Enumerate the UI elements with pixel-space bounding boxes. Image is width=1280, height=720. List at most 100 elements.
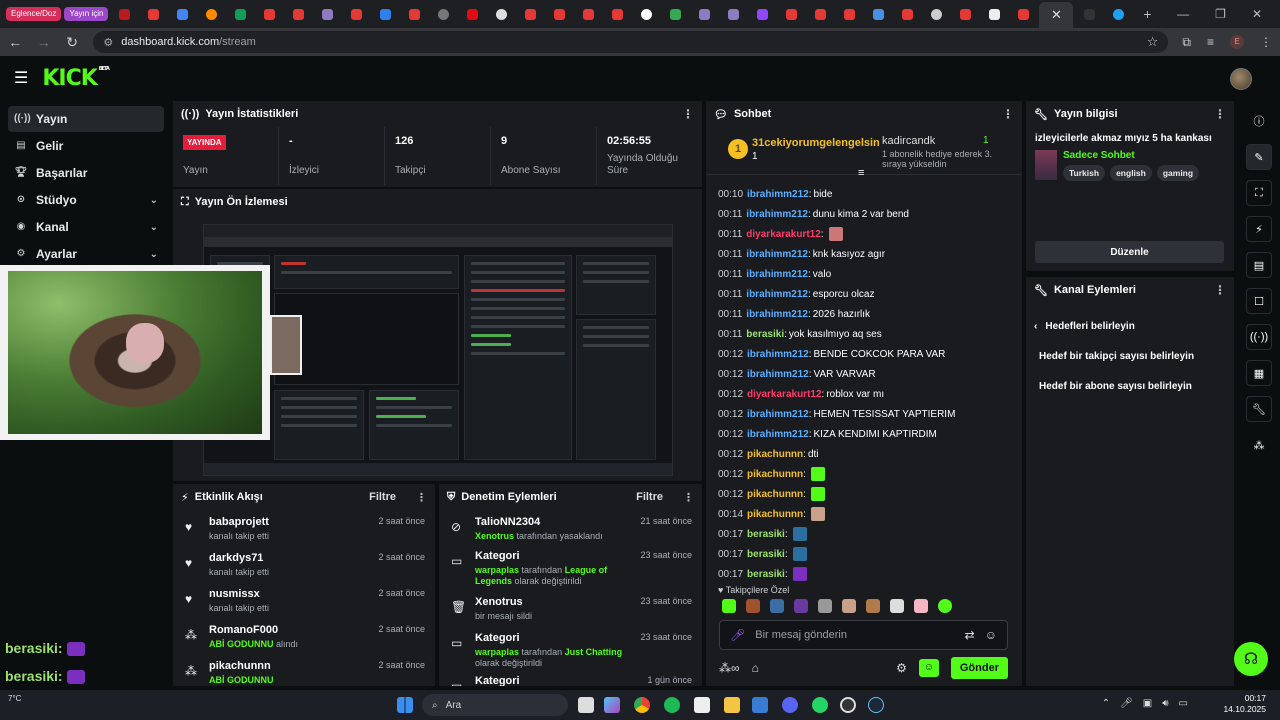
spotify-icon[interactable] — [664, 697, 680, 713]
taskbar-search[interactable]: ⌕ Ara — [422, 694, 568, 716]
browser-tab[interactable] — [140, 3, 166, 25]
browser-tab[interactable] — [546, 3, 572, 25]
url-field[interactable]: ⚙ dashboard.kick.com/stream ☆ — [93, 31, 1169, 53]
emote[interactable] — [746, 599, 760, 613]
browser-tab[interactable] — [807, 3, 833, 25]
tab-group-yayin[interactable]: Yayın için — [64, 7, 109, 21]
chat-username[interactable]: diyarkarakurt12 — [746, 229, 821, 240]
task-view-icon[interactable] — [578, 697, 594, 713]
chrome-icon[interactable] — [634, 697, 650, 713]
tab-group-eglence[interactable]: Eglence/Doz — [6, 7, 62, 21]
browser-tab[interactable] — [720, 3, 746, 25]
send-button[interactable]: Gönder — [950, 657, 1008, 679]
emote[interactable] — [842, 599, 856, 613]
chat-username[interactable]: ibrahimm212 — [746, 309, 808, 320]
browser-tab[interactable] — [227, 3, 253, 25]
obs-icon[interactable] — [840, 697, 856, 713]
browser-tab[interactable] — [198, 3, 224, 25]
browser-tab[interactable] — [778, 3, 804, 25]
chat-username[interactable]: pikachunnn — [747, 469, 803, 480]
discord-icon[interactable] — [782, 697, 798, 713]
emote[interactable] — [794, 599, 808, 613]
emoji-icon[interactable]: ☺ — [985, 628, 997, 642]
kebab-menu-icon[interactable]: ⋮ — [416, 491, 427, 504]
browser-tab[interactable] — [517, 3, 543, 25]
layout-icon[interactable]: ▦ — [1246, 360, 1272, 386]
help-button[interactable]: ☊ — [1234, 642, 1268, 676]
browser-tab[interactable] — [575, 3, 601, 25]
kebab-menu-icon[interactable]: ⋮ — [1214, 283, 1226, 297]
browser-tab[interactable] — [836, 3, 862, 25]
chat-username[interactable]: ibrahimm212 — [746, 289, 808, 300]
browser-tab[interactable] — [401, 3, 427, 25]
browser-tab[interactable] — [894, 3, 920, 25]
start-icon[interactable] — [397, 697, 413, 713]
edit-icon[interactable]: ✎ — [1246, 144, 1272, 170]
browser-tab[interactable] — [169, 3, 195, 25]
chat-icon[interactable]: ☐ — [1246, 288, 1272, 314]
microphone-icon[interactable]: 🎤︎ — [730, 628, 745, 642]
info-icon[interactable]: ⓘ — [1246, 108, 1272, 134]
emote[interactable] — [938, 599, 952, 613]
chat-username[interactable]: ibrahimm212 — [747, 369, 809, 380]
edit-button[interactable]: Düzenle — [1035, 241, 1224, 263]
browser-tab[interactable] — [865, 3, 891, 25]
emote[interactable] — [770, 599, 784, 613]
browser-tab[interactable] — [691, 3, 717, 25]
goal-follower-item[interactable]: Hedef bir takipçi sayısı belirleyin — [1026, 341, 1234, 371]
chat-username[interactable]: ibrahimm212 — [747, 429, 809, 440]
preview-icon[interactable]: ⛶ — [1246, 180, 1272, 206]
back-icon[interactable]: ← — [8, 34, 22, 50]
weather-widget[interactable]: 7°C — [8, 694, 21, 703]
chat-username[interactable]: ibrahimm212 — [746, 249, 808, 260]
browser-tab[interactable] — [1010, 3, 1036, 25]
chat-username[interactable]: pikachunnn — [747, 489, 803, 500]
profile-avatar[interactable]: E — [1230, 35, 1244, 49]
file-explorer-icon[interactable] — [724, 697, 740, 713]
bookmark-star-icon[interactable]: ☆ — [1147, 34, 1159, 50]
filter-button[interactable]: Filtre — [636, 491, 663, 503]
chat-username[interactable]: ibrahimm212 — [746, 209, 808, 220]
points-icon[interactable]: ⁂∞ — [719, 661, 740, 675]
emote[interactable] — [890, 599, 904, 613]
kebab-menu-icon[interactable]: ⋮ — [1002, 107, 1014, 121]
pinned-user[interactable]: 31cekiyorumgelengelsin — [752, 137, 880, 149]
browser-tab[interactable] — [488, 3, 514, 25]
hamburger-menu-icon[interactable]: ☰ — [14, 68, 28, 88]
gear-icon[interactable]: ⚙ — [896, 661, 907, 675]
feed-user[interactable]: RomanoF000 — [209, 624, 378, 636]
emote[interactable] — [866, 599, 880, 613]
browser-tab[interactable] — [285, 3, 311, 25]
whatsapp-icon[interactable] — [812, 697, 828, 713]
browser-tab[interactable] — [952, 3, 978, 25]
kebab-menu-icon[interactable]: ⋮ — [1214, 107, 1226, 121]
active-tab-close-icon[interactable]: ✕ — [1039, 2, 1074, 28]
mod-user[interactable]: TalioNN2304 — [475, 516, 640, 528]
sidebar-item-kanal[interactable]: ◉ Kanal ⌄ — [8, 214, 164, 240]
copilot-icon[interactable] — [604, 697, 620, 713]
broadcast-icon[interactable]: ((·)) — [1246, 324, 1272, 350]
browser-tab[interactable] — [923, 3, 949, 25]
maximize-icon[interactable]: ❐ — [1215, 7, 1226, 21]
sidebar-item-yayin[interactable]: ((·)) Yayın — [8, 106, 164, 132]
close-window-icon[interactable]: ✕ — [1252, 7, 1262, 21]
goals-back-button[interactable]: ‹ Hedefleri belirleyin — [1026, 311, 1234, 341]
network-icon[interactable]: ▣ — [1143, 698, 1152, 709]
taskbar-clock[interactable]: 00:17 14.10.2025 — [1223, 693, 1266, 715]
extensions-icon[interactable]: ⧉ — [1182, 35, 1191, 50]
browser-tab[interactable] — [633, 3, 659, 25]
new-tab-icon[interactable]: + — [1134, 3, 1160, 25]
app-icon[interactable] — [694, 697, 710, 713]
chevron-down-icon[interactable]: ⌄ — [150, 222, 158, 233]
browser-tab[interactable] — [662, 3, 688, 25]
browser-tab[interactable] — [111, 3, 137, 25]
browser-tab[interactable] — [343, 3, 369, 25]
feed-user[interactable]: babaprojett — [209, 516, 378, 528]
chat-username[interactable]: berasiki — [747, 549, 785, 560]
chat-username[interactable]: pikachunnn — [747, 509, 803, 520]
chat-username[interactable]: ibrahimm212 — [747, 349, 809, 360]
chat-message-input[interactable] — [755, 629, 955, 641]
chat-username[interactable]: ibrahimm212 — [747, 409, 809, 420]
browser-tab[interactable] — [372, 3, 398, 25]
lightning-icon[interactable]: ⚡ — [1246, 216, 1272, 242]
